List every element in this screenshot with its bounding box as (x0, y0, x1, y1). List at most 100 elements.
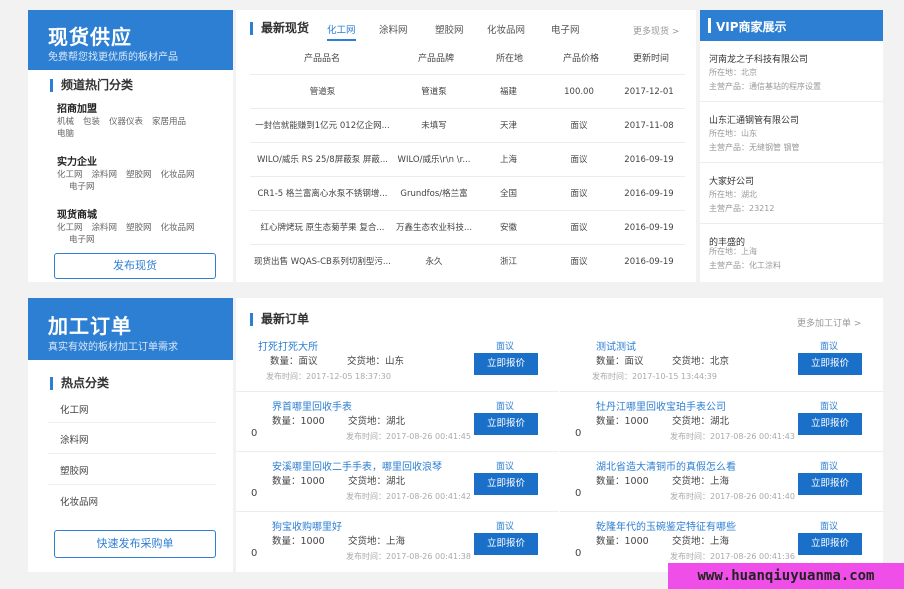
category-link[interactable]: 电子网 (69, 182, 95, 192)
cell-location: 上海 (499, 155, 517, 165)
category-link[interactable]: 化妆品网 (161, 170, 195, 180)
cell-location: 安徽 (499, 223, 517, 233)
cell-product[interactable]: 现货出售 WQAS-CB系列切割型污... (254, 245, 391, 279)
order-zero: 0 (575, 488, 582, 499)
table-row[interactable]: CR1-5 格兰富离心水泵不锈钢增... Grundfos/格兰富 全国 面议 … (250, 176, 685, 210)
category-link[interactable]: 仪器仪表 (109, 117, 143, 127)
more-orders-link[interactable]: 更多加工订单 > (797, 316, 861, 329)
category-title[interactable]: 招商加盟 (57, 100, 217, 115)
tab-cosmetics[interactable]: 化妆品网 (487, 22, 525, 36)
processing-subtitle: 真实有效的板材加工订单需求 (48, 342, 178, 353)
spot-category-1: 实力企业 化工网 涂料网 塑胶网 化妆品网电子网 (57, 153, 217, 193)
publish-spot-button[interactable]: 发布现货 (54, 253, 216, 279)
cell-time: 2016-09-19 (624, 223, 674, 233)
spot-category-2: 现货商城 化工网 涂料网 塑胶网 化妆品网电子网 (57, 206, 217, 246)
order-time: 发布时间：2017-08-26 00:41:36 (670, 552, 795, 561)
order-title[interactable]: 牡丹江哪里回收宝珀手表公司 (596, 398, 726, 413)
quote-button[interactable]: 立即报价 (474, 353, 538, 375)
table-row[interactable]: WILO/威乐 RS 25/8屏蔽泵 屏蔽... WILO/威乐\r\n \r.… (250, 142, 685, 176)
order-zero: 0 (251, 428, 258, 439)
cell-time: 2017-11-08 (624, 121, 674, 131)
vip-company-name[interactable]: 河南龙之子科技有限公司 (709, 52, 808, 65)
table-row[interactable]: 一封信就能赚到1亿元 012亿企网... 未填写 天津 面议 2017-11-0… (250, 108, 685, 142)
cell-product[interactable]: CR1-5 格兰富离心水泵不锈钢增... (254, 177, 391, 211)
hot-category-chemical[interactable]: 化工网 (60, 402, 89, 416)
order-title[interactable]: 安溪哪里回收二手手表，哪里回收浪琴 (272, 458, 442, 473)
quote-button[interactable]: 立即报价 (798, 353, 862, 375)
order-title[interactable]: 湖北省造大清铜币的真假怎么看 (596, 458, 736, 473)
order-time: 发布时间：2017-08-26 00:41:38 (346, 552, 471, 561)
quote-button[interactable]: 立即报价 (798, 413, 862, 435)
category-items: 化工网 涂料网 塑胶网 化妆品网电子网 (57, 222, 217, 246)
tab-coating[interactable]: 涂料网 (379, 22, 408, 36)
category-link[interactable]: 化工网 (57, 223, 83, 233)
order-title[interactable]: 界首哪里回收手表 (272, 398, 352, 413)
vip-item[interactable]: 山东汇通钢管有限公司 所在地：山东 主营产品：无缝钢管 钢管 (700, 102, 883, 163)
divider (48, 422, 216, 423)
vip-company-name[interactable]: 大家好公司 (709, 174, 754, 187)
cell-product[interactable]: WILO/威乐 RS 25/8屏蔽泵 屏蔽... (254, 143, 391, 177)
category-link[interactable]: 涂料网 (92, 223, 118, 233)
category-link[interactable]: 电脑 (57, 129, 74, 139)
quote-button[interactable]: 立即报价 (474, 413, 538, 435)
table-row[interactable]: 现货出售 WQAS-CB系列切割型污... 永久 浙江 面议 2016-09-1… (250, 244, 685, 278)
vip-product: 主营产品：通信基站的程序设置 (709, 82, 821, 91)
hot-category-coating[interactable]: 涂料网 (60, 432, 89, 446)
order-title[interactable]: 狗宝收购哪里好 (272, 518, 342, 533)
order-title[interactable]: 打死打死大所 (258, 338, 318, 353)
latest-spot-title: 最新现货 (250, 22, 309, 35)
category-link[interactable]: 包装 (83, 117, 100, 127)
order-card[interactable]: 狗宝收购哪里好 数量：1000 交货地：上海 0 发布时间：2017-08-26… (236, 514, 559, 572)
vip-item[interactable]: 大家好公司 所在地：湖北 主营产品：23212 (700, 163, 883, 224)
category-link[interactable]: 化工网 (57, 170, 83, 180)
vip-item[interactable]: 的丰盛的 所在地：上海 主营产品：化工涂料 (700, 224, 883, 282)
category-link[interactable]: 家居用品 (152, 117, 186, 127)
hot-category-cosmetics[interactable]: 化妆品网 (60, 494, 98, 508)
quote-button[interactable]: 立即报价 (798, 473, 862, 495)
order-delivery: 交货地：上海 (672, 476, 730, 487)
processing-header: 加工订单 真实有效的板材加工订单需求 (28, 298, 233, 360)
order-delivery: 交货地：湖北 (348, 476, 406, 487)
cell-product[interactable]: 管道泵 (254, 75, 391, 109)
category-link[interactable]: 塑胶网 (126, 170, 152, 180)
publish-purchase-button[interactable]: 快速发布采购单 (54, 530, 216, 558)
order-title[interactable]: 测试测试 (596, 338, 636, 353)
order-card[interactable]: 安溪哪里回收二手手表，哪里回收浪琴 数量：1000 交货地：湖北 0 发布时间：… (236, 454, 559, 512)
category-link[interactable]: 电子网 (69, 235, 95, 245)
order-delivery: 交货地：湖北 (672, 416, 730, 427)
more-spot-link[interactable]: 更多现货 > (633, 24, 679, 37)
table-row[interactable]: 管道泵 管道泵 福建 100.00 2017-12-01 (250, 74, 685, 108)
order-title[interactable]: 乾隆年代的玉碗鉴定特征有哪些 (596, 518, 736, 533)
category-link[interactable]: 塑胶网 (126, 223, 152, 233)
quote-button[interactable]: 立即报价 (474, 533, 538, 555)
order-quantity: 数量：1000 (272, 536, 325, 547)
order-card[interactable]: 打死打死大所 数量：面议 交货地：山东 发布时间：2017-12-05 18:3… (236, 334, 559, 392)
vip-item[interactable]: 河南龙之子科技有限公司 所在地：北京 主营产品：通信基站的程序设置 (700, 41, 883, 102)
cell-product[interactable]: 红心牌烤玩 原生态菊芋果 复合... (254, 211, 391, 245)
category-title[interactable]: 现货商城 (57, 206, 217, 221)
category-title[interactable]: 实力企业 (57, 153, 217, 168)
spot-header: 现货供应 免费帮您找更优质的板材产品 (28, 10, 233, 70)
tab-plastic[interactable]: 塑胶网 (435, 22, 464, 36)
tab-chemical[interactable]: 化工网 (327, 22, 356, 41)
table-row[interactable]: 红心牌烤玩 原生态菊芋果 复合... 万鑫生态农业科技... 安徽 面议 201… (250, 210, 685, 244)
cell-time: 2017-12-01 (624, 87, 674, 97)
hot-category-plastic[interactable]: 塑胶网 (60, 463, 89, 477)
order-card[interactable]: 测试测试 数量：面议 交货地：北京 发布时间：2017-10-15 13:44:… (560, 334, 883, 392)
category-link[interactable]: 机械 (57, 117, 74, 127)
divider (48, 484, 216, 485)
order-card[interactable]: 湖北省造大清铜币的真假怎么看 数量：1000 交货地：上海 0 发布时间：201… (560, 454, 883, 512)
vip-company-name[interactable]: 山东汇通钢管有限公司 (709, 113, 799, 126)
category-link[interactable]: 化妆品网 (161, 223, 195, 233)
order-price: 面议 (496, 522, 515, 532)
quote-button[interactable]: 立即报价 (798, 533, 862, 555)
cell-brand: WILO/威乐\r\n \r... (397, 155, 471, 165)
quote-button[interactable]: 立即报价 (474, 473, 538, 495)
tab-electronics[interactable]: 电子网 (551, 22, 580, 36)
cell-product[interactable]: 一封信就能赚到1亿元 012亿企网... (254, 109, 391, 143)
order-card[interactable]: 界首哪里回收手表 数量：1000 交货地：湖北 0 发布时间：2017-08-2… (236, 394, 559, 452)
order-price: 面议 (496, 462, 515, 472)
order-price: 面议 (820, 342, 839, 352)
category-link[interactable]: 涂料网 (92, 170, 118, 180)
order-card[interactable]: 牡丹江哪里回收宝珀手表公司 数量：1000 交货地：湖北 0 发布时间：2017… (560, 394, 883, 452)
